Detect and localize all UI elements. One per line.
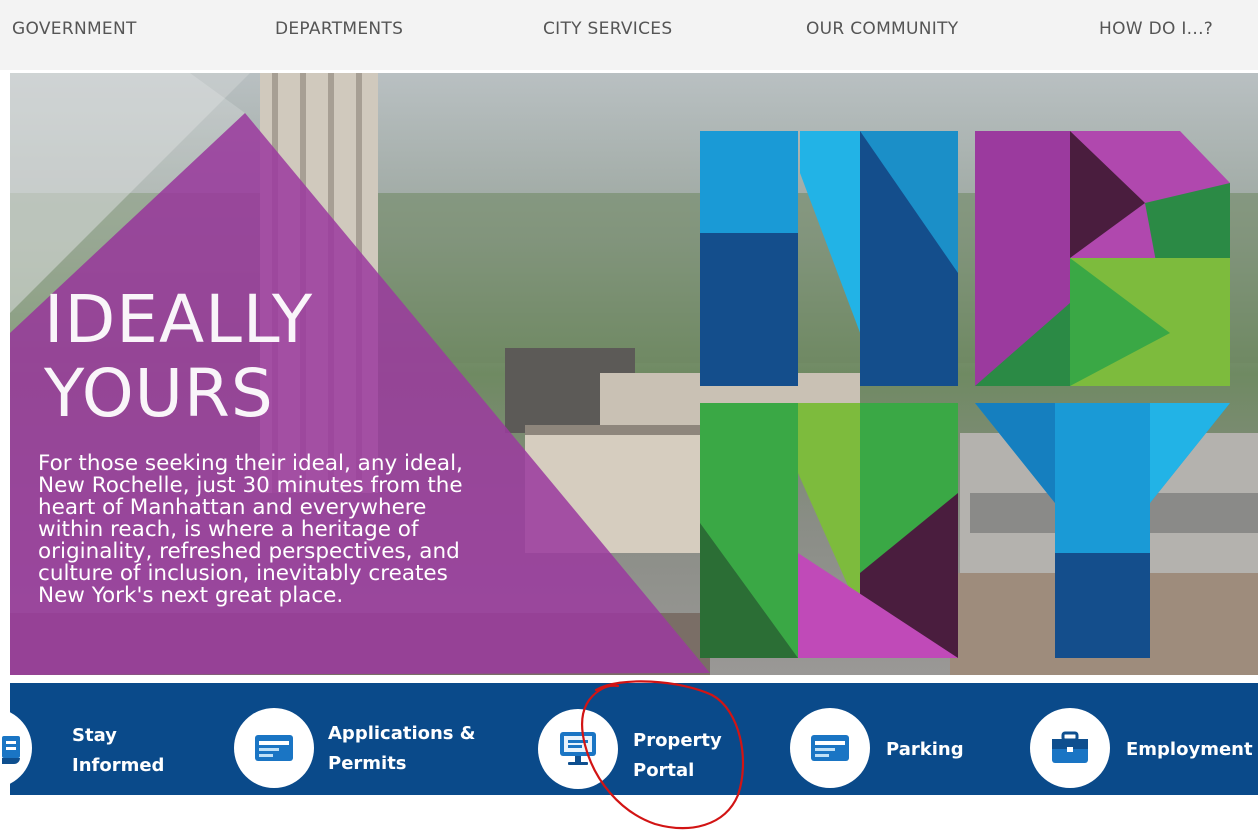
quick-link-employment[interactable]: Employment — [1030, 683, 1258, 795]
hero-title-line1: IDEALLY — [44, 281, 314, 358]
briefcase-icon — [1030, 708, 1110, 788]
nav-our-community[interactable]: OUR COMMUNITY — [806, 19, 958, 39]
hero-body-line: culture of inclusion, inevitably creates — [38, 561, 448, 586]
quick-link-stay-informed[interactable]: Stay Informed — [0, 683, 210, 795]
hero-body-line: heart of Manhattan and everywhere — [38, 495, 427, 520]
quick-link-label: Stay Informed — [72, 725, 165, 776]
hero-description: For those seeking their ideal, any ideal… — [38, 453, 558, 607]
quick-link-property-portal[interactable]: Property Portal — [536, 683, 756, 795]
monitor-icon — [538, 709, 618, 789]
nav-city-services[interactable]: CITY SERVICES — [543, 19, 672, 39]
hero-body-line: originality, refreshed perspectives, and — [38, 539, 460, 564]
nav-how-do-i[interactable]: HOW DO I...? — [1099, 19, 1213, 39]
card-icon — [790, 708, 870, 788]
nav-government[interactable]: GOVERNMENT — [12, 19, 137, 39]
quick-links-bar: Stay Informed Applications & Permits Pro… — [0, 683, 1258, 795]
hero-body-line: within reach, is where a heritage of — [38, 517, 419, 542]
newspaper-icon — [0, 708, 32, 788]
quick-link-label: Employment — [1126, 739, 1253, 760]
hero-body-line: New Rochelle, just 30 minutes from the — [38, 473, 463, 498]
nav-departments[interactable]: DEPARTMENTS — [275, 19, 403, 39]
quick-link-parking[interactable]: Parking — [790, 683, 990, 795]
hero-body-line: New York's next great place. — [38, 583, 344, 608]
quick-link-label: Property Portal — [633, 730, 722, 781]
hero-banner: IDEALLY YOURS For those seeking their id… — [10, 73, 1258, 675]
quick-link-applications-permits[interactable]: Applications & Permits — [232, 683, 492, 795]
quick-link-label: Applications & Permits — [328, 723, 476, 774]
top-navigation: GOVERNMENT DEPARTMENTS CITY SERVICES OUR… — [0, 0, 1258, 70]
card-icon — [234, 708, 314, 788]
hero-title-line2: YOURS — [44, 355, 274, 432]
hero-body-line: For those seeking their ideal, any ideal… — [38, 451, 463, 476]
quick-link-label: Parking — [886, 739, 964, 760]
hero-title: IDEALLY YOURS — [44, 283, 313, 431]
